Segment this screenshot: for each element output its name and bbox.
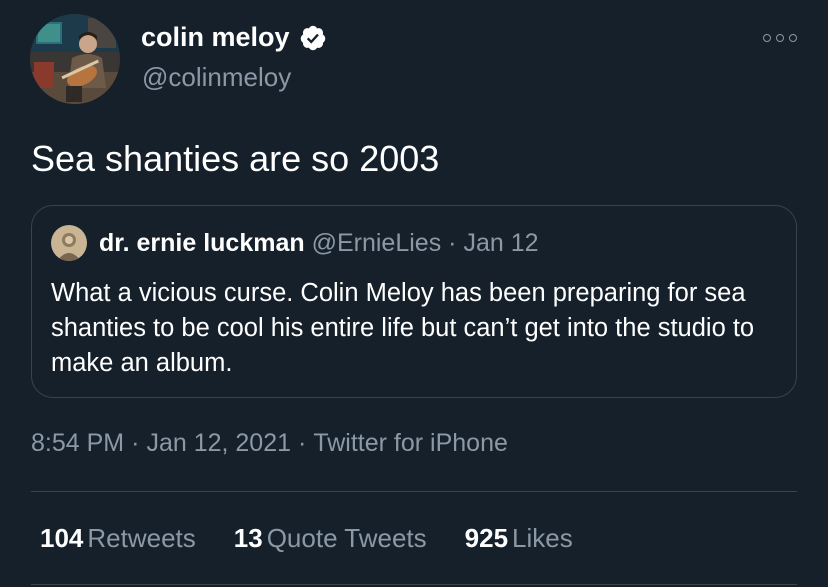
- stat-count: 104: [40, 523, 84, 553]
- tweet-date[interactable]: Jan 12, 2021: [146, 429, 291, 457]
- more-dot: [776, 34, 784, 42]
- divider: [31, 584, 797, 585]
- stat-count: 13: [233, 523, 263, 553]
- likes-stat[interactable]: 925 Likes: [465, 523, 573, 554]
- author-handle[interactable]: @colinmeloy: [142, 62, 291, 93]
- divider: [31, 491, 797, 492]
- author-name[interactable]: colin meloy: [141, 22, 327, 53]
- quoted-author-avatar: [51, 225, 87, 261]
- quoted-author-handle: @ErnieLies: [311, 229, 442, 257]
- stat-label: Quote Tweets: [266, 523, 427, 553]
- quoted-tweet-date: Jan 12: [463, 229, 539, 257]
- quoted-separator: ·: [448, 229, 457, 257]
- quoted-tweet-header: dr. ernie luckman @ErnieLies · Jan 12: [99, 229, 539, 258]
- quoted-tweet-card[interactable]: dr. ernie luckman @ErnieLies · Jan 12 Wh…: [31, 205, 797, 398]
- stat-label: Retweets: [87, 523, 196, 553]
- quoted-tweet-text: What a vicious curse. Colin Meloy has be…: [51, 279, 755, 377]
- tweet-timestamp-row: 8:54 PM · Jan 12, 2021 · Twitter for iPhone: [31, 429, 508, 458]
- author-avatar[interactable]: [30, 14, 120, 104]
- stat-count: 925: [464, 523, 509, 553]
- meta-separator: ·: [298, 429, 307, 457]
- meta-separator: ·: [131, 429, 140, 457]
- quoted-author-name: dr. ernie luckman: [99, 229, 305, 257]
- author-name-text: colin meloy: [141, 22, 290, 52]
- avatar-photo: [30, 14, 120, 104]
- tweet-time[interactable]: 8:54 PM: [31, 429, 124, 457]
- tweet-text: Sea shanties are so 2003: [31, 138, 440, 179]
- more-dot: [763, 34, 771, 42]
- engagement-stats: 104 Retweets 13 Quote Tweets 925 Likes: [40, 523, 611, 554]
- more-icon[interactable]: [763, 30, 797, 46]
- quoted-avatar-photo: [51, 225, 87, 261]
- verified-badge-icon: [300, 25, 325, 50]
- stat-label: Likes: [512, 523, 573, 553]
- tweet-detail: colin meloy @colinmeloy Sea shanties are…: [0, 0, 828, 587]
- tweet-source[interactable]: Twitter for iPhone: [313, 429, 508, 457]
- quote-tweets-stat[interactable]: 13 Quote Tweets: [234, 523, 427, 554]
- retweets-stat[interactable]: 104 Retweets: [40, 523, 196, 554]
- more-dot: [789, 34, 797, 42]
